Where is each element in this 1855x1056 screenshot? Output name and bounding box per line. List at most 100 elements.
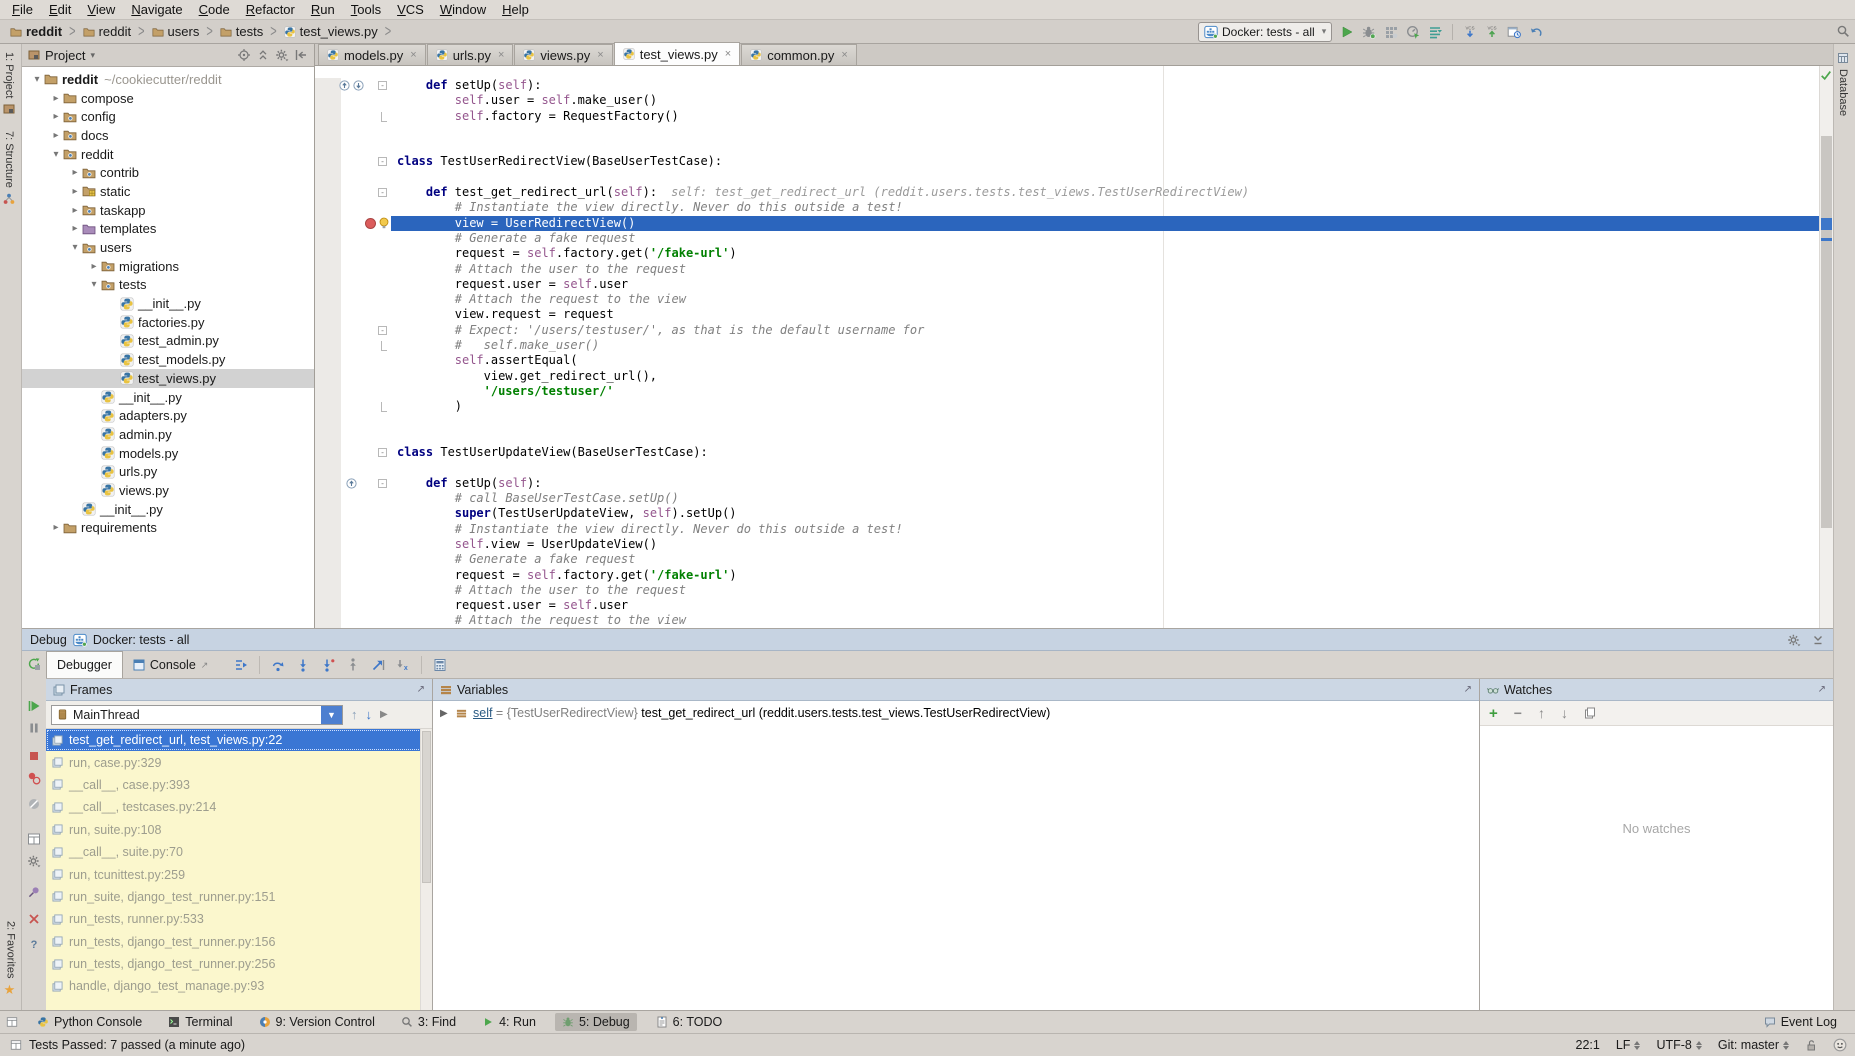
code-line[interactable]: self.assertEqual( bbox=[315, 353, 1820, 368]
frame-row[interactable]: run_suite, django_test_runner.py:151 bbox=[46, 886, 432, 908]
code-text[interactable]: request.user = self.user bbox=[391, 277, 1820, 292]
code-line[interactable]: -def setUp(self): bbox=[315, 78, 1820, 93]
editor-gutter[interactable] bbox=[315, 537, 391, 552]
code-text[interactable]: # Instantiate the view directly. Never d… bbox=[391, 200, 1820, 215]
sidebar-button-database[interactable]: Database bbox=[1834, 44, 1852, 124]
editor-gutter[interactable] bbox=[315, 568, 391, 583]
tree-item-taskapp[interactable]: ▸taskapp bbox=[22, 201, 314, 220]
editor-gutter[interactable] bbox=[315, 430, 391, 445]
code-text[interactable]: # call BaseUserTestCase.setUp() bbox=[391, 491, 1820, 506]
editor-tab-views.py[interactable]: views.py× bbox=[514, 44, 612, 65]
code-text[interactable]: # Instantiate the view directly. Never d… bbox=[391, 522, 1820, 537]
breadcrumb-item[interactable]: tests bbox=[218, 24, 265, 39]
editor-gutter[interactable] bbox=[315, 583, 391, 598]
inspections-ok-icon[interactable] bbox=[1820, 69, 1832, 81]
code-text[interactable]: '/users/testuser/' bbox=[391, 384, 1820, 399]
close-icon[interactable]: × bbox=[597, 49, 603, 61]
move-down-icon[interactable]: ↓ bbox=[1561, 706, 1568, 720]
code-line[interactable]: self.factory = RequestFactory() bbox=[315, 109, 1820, 124]
expand-arrow-icon[interactable]: ▶ bbox=[440, 708, 450, 719]
tree-item-static[interactable]: ▸static bbox=[22, 182, 314, 201]
tree-item-reddit[interactable]: ▾reddit~/cookiecutter/reddit bbox=[22, 70, 314, 89]
chevron-right-icon[interactable]: ▸ bbox=[49, 93, 63, 104]
fold-marker-icon[interactable]: - bbox=[378, 81, 387, 90]
editor-gutter[interactable] bbox=[315, 506, 391, 521]
toolwindow-button-4--run[interactable]: 4: Run bbox=[475, 1013, 543, 1031]
tree-item-__init__.py[interactable]: __init__.py bbox=[22, 500, 314, 519]
frame-row[interactable]: run_tests, django_test_runner.py:156 bbox=[46, 931, 432, 953]
chevron-right-icon[interactable]: ▸ bbox=[68, 205, 82, 216]
code-text[interactable] bbox=[391, 430, 1820, 445]
move-up-icon[interactable]: ↑ bbox=[1538, 706, 1545, 720]
gear-icon[interactable] bbox=[275, 48, 289, 62]
project-panel-title[interactable]: Project bbox=[45, 48, 85, 63]
tree-item-config[interactable]: ▸config bbox=[22, 107, 314, 126]
code-text[interactable]: def setUp(self): bbox=[391, 476, 1820, 491]
help-icon[interactable]: ? bbox=[27, 937, 41, 951]
editor-gutter[interactable] bbox=[315, 139, 391, 154]
tree-item-__init__.py[interactable]: __init__.py bbox=[22, 388, 314, 407]
editor-gutter[interactable]: - bbox=[315, 445, 391, 460]
tree-item-views.py[interactable]: views.py bbox=[22, 481, 314, 500]
tree-item-test_admin.py[interactable]: test_admin.py bbox=[22, 332, 314, 351]
code-line[interactable]: # Instantiate the view directly. Never d… bbox=[315, 200, 1820, 215]
menu-code[interactable]: Code bbox=[191, 1, 238, 18]
tree-item-test_models.py[interactable]: test_models.py bbox=[22, 350, 314, 369]
close-icon[interactable] bbox=[27, 912, 41, 926]
smart-step-into-icon[interactable]: x bbox=[396, 658, 410, 672]
code-text[interactable]: self.user = self.make_user() bbox=[391, 93, 1820, 108]
breadcrumb-item[interactable]: users bbox=[150, 24, 202, 39]
code-line[interactable]: # Instantiate the view directly. Never d… bbox=[315, 522, 1820, 537]
frame-row[interactable]: run_tests, django_test_runner.py:256 bbox=[46, 953, 432, 975]
frame-row[interactable]: test_get_redirect_url, test_views.py:22 bbox=[46, 729, 432, 751]
code-line[interactable]: # Attach the user to the request bbox=[315, 262, 1820, 277]
editor-gutter[interactable] bbox=[315, 170, 391, 185]
git-branch-selector[interactable]: Git: master bbox=[1718, 1038, 1789, 1052]
code-text[interactable]: class TestUserRedirectView(BaseUserTestC… bbox=[391, 154, 1820, 169]
editor-tab-urls.py[interactable]: urls.py× bbox=[427, 44, 514, 65]
variable-row[interactable]: ▶ self = {TestUserRedirectView} test_get… bbox=[433, 701, 1479, 725]
lock-icon[interactable] bbox=[1805, 1039, 1817, 1051]
code-line[interactable] bbox=[315, 139, 1820, 154]
toolwindow-button-5--debug[interactable]: 5: Debug bbox=[555, 1013, 637, 1031]
code-text[interactable]: # Attach the user to the request bbox=[391, 262, 1820, 277]
chevron-right-icon[interactable]: ▸ bbox=[87, 261, 101, 272]
vcs-commit-icon[interactable]: VCS bbox=[1485, 25, 1499, 39]
tree-item-test_views.py[interactable]: test_views.py bbox=[22, 369, 314, 388]
force-step-into-icon[interactable] bbox=[321, 658, 335, 672]
breadcrumb-item[interactable]: reddit bbox=[81, 24, 134, 39]
code-text[interactable] bbox=[391, 124, 1820, 139]
code-line[interactable]: # Attach the user to the request bbox=[315, 583, 1820, 598]
code-line[interactable]: # Generate a fake request bbox=[315, 552, 1820, 567]
chevron-right-icon[interactable]: ▸ bbox=[49, 111, 63, 122]
tree-item-reddit[interactable]: ▾reddit bbox=[22, 145, 314, 164]
editor-gutter[interactable] bbox=[315, 262, 391, 277]
frame-row[interactable]: __call__, suite.py:70 bbox=[46, 841, 432, 863]
run-to-cursor-icon[interactable] bbox=[371, 658, 385, 672]
menu-tools[interactable]: Tools bbox=[343, 1, 389, 18]
menu-view[interactable]: View bbox=[79, 1, 123, 18]
code-text[interactable] bbox=[391, 139, 1820, 154]
editor-tab-common.py[interactable]: common.py× bbox=[741, 44, 857, 65]
code-text[interactable] bbox=[391, 415, 1820, 430]
run-icon[interactable] bbox=[1340, 25, 1354, 39]
tree-item-contrib[interactable]: ▸contrib bbox=[22, 163, 314, 182]
step-into-icon[interactable] bbox=[296, 658, 310, 672]
editor-gutter[interactable] bbox=[315, 598, 391, 613]
code-text[interactable]: self.factory = RequestFactory() bbox=[391, 109, 1820, 124]
editor-gutter[interactable]: - bbox=[315, 78, 391, 93]
chevron-down-icon[interactable]: ▾ bbox=[49, 149, 63, 160]
resume-icon[interactable] bbox=[27, 699, 41, 713]
code-line[interactable]: ) bbox=[315, 399, 1820, 414]
coverage-icon[interactable] bbox=[1384, 25, 1398, 39]
code-line[interactable]: self.user = self.make_user() bbox=[315, 93, 1820, 108]
code-text[interactable]: def test_get_redirect_url(self):self: te… bbox=[391, 185, 1820, 200]
encoding-selector[interactable]: UTF-8 bbox=[1656, 1038, 1701, 1052]
code-line[interactable] bbox=[315, 460, 1820, 475]
chevron-down-icon[interactable]: ▾ bbox=[87, 279, 101, 290]
recent-changes-icon[interactable] bbox=[1507, 25, 1521, 39]
code-line[interactable]: # self.make_user() bbox=[315, 338, 1820, 353]
code-line[interactable]: -def test_get_redirect_url(self):self: t… bbox=[315, 185, 1820, 200]
code-text[interactable] bbox=[391, 170, 1820, 185]
chevron-right-icon[interactable]: ▸ bbox=[68, 223, 82, 234]
